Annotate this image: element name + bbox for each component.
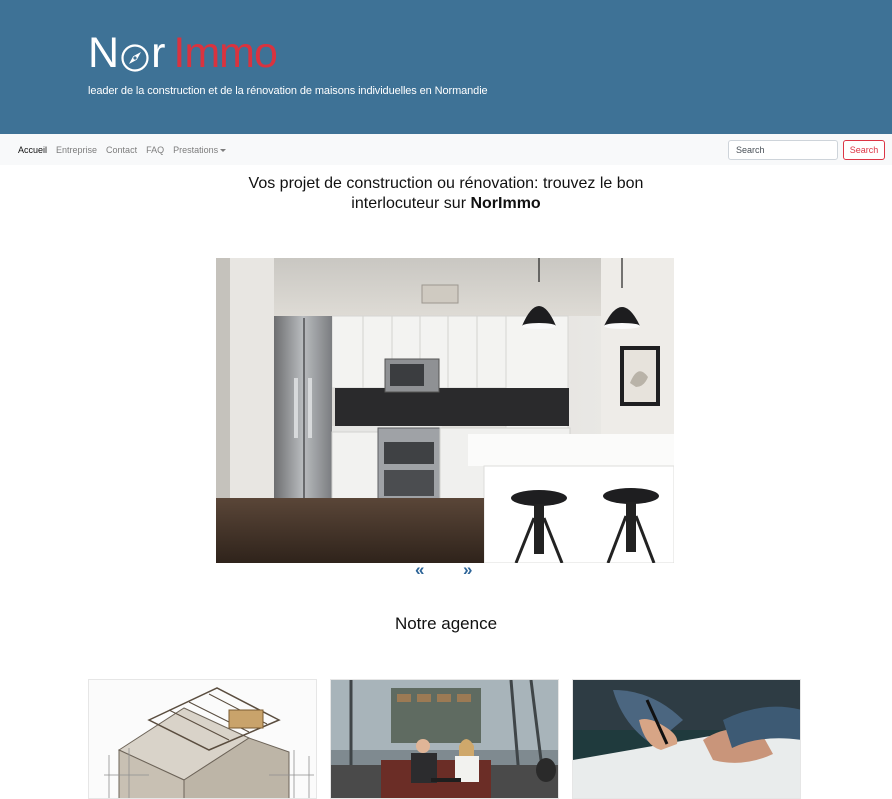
- kitchen-image: [216, 258, 674, 563]
- caret-down-icon: [220, 148, 227, 152]
- compass-icon: [121, 44, 149, 72]
- brand-letter-n: N: [88, 29, 119, 77]
- headline-line-2-text: interlocuteur sur: [351, 195, 471, 212]
- nav-item-prestations-dropdown[interactable]: Prestations: [173, 144, 227, 155]
- nav-item-accueil[interactable]: Accueil: [18, 145, 47, 155]
- nav-links: Accueil Entreprise Contact FAQ Prestatio…: [18, 134, 235, 165]
- brand-immo: Immo: [173, 29, 277, 77]
- tagline: leader de la construction et de la rénov…: [88, 85, 488, 97]
- nav-item-entreprise[interactable]: Entreprise: [56, 145, 97, 155]
- headline-brand: NorImmo: [470, 195, 541, 212]
- nav-item-contact[interactable]: Contact: [106, 145, 137, 155]
- signing-document-image: [573, 680, 800, 798]
- carousel-prev-button[interactable]: «: [415, 561, 424, 578]
- agency-section-title: Notre agence: [394, 614, 498, 633]
- carousel-controls: « »: [0, 561, 892, 579]
- carousel-next-button[interactable]: »: [463, 561, 472, 578]
- carousel-kitchen-image: [216, 258, 674, 563]
- office-meeting-image: [331, 680, 558, 798]
- site-header: N r Immo leader de la construction et de…: [0, 0, 892, 134]
- agency-card-signing[interactable]: [572, 679, 801, 799]
- brand-letter-r: r: [151, 29, 165, 77]
- agency-card-construction[interactable]: [88, 679, 317, 799]
- agency-card-office[interactable]: [330, 679, 559, 799]
- nav-item-faq[interactable]: FAQ: [146, 145, 164, 155]
- page-headline: Vos projet de construction ou rénovation…: [0, 174, 892, 214]
- headline-line-1: Vos projet de construction ou rénovation…: [248, 175, 644, 192]
- nav-item-prestations-label: Prestations: [173, 144, 219, 155]
- search-button[interactable]: Search: [843, 140, 885, 160]
- house-construction-image: [89, 680, 316, 798]
- brand-logo[interactable]: N r Immo: [88, 29, 278, 77]
- headline-line-2: interlocuteur sur NorImmo: [0, 194, 892, 214]
- search-input[interactable]: [728, 140, 838, 160]
